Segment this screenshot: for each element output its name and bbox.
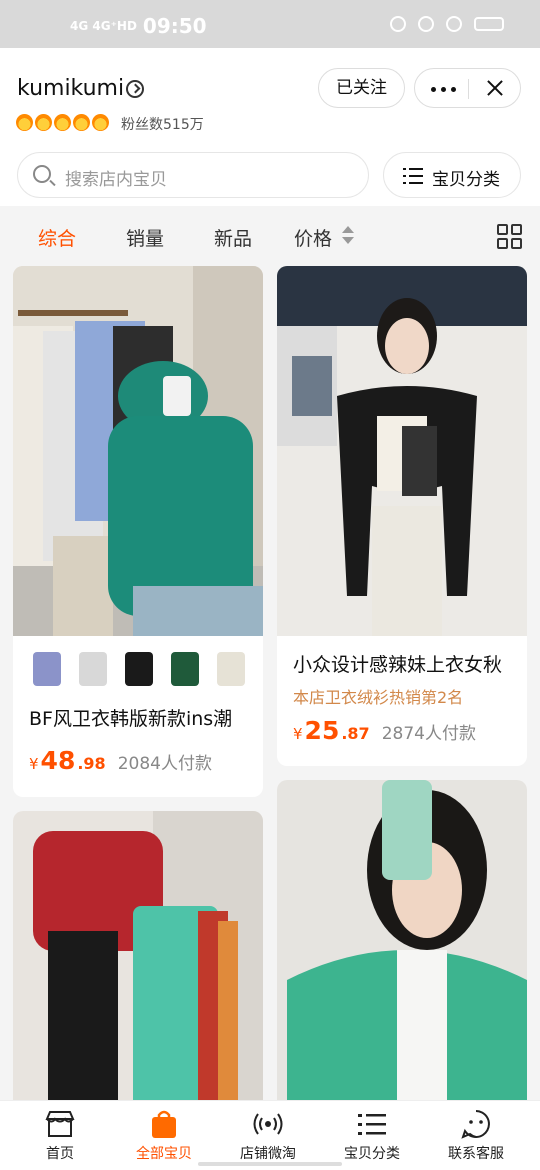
- crown-icon: [35, 114, 52, 131]
- product-title[interactable]: BF风卫衣韩版新款ins潮: [29, 704, 249, 731]
- nav-label: 店铺微淘: [240, 1146, 296, 1162]
- mute-icon: [418, 16, 434, 32]
- wifi-icon: [446, 16, 462, 32]
- color-swatch[interactable]: [217, 652, 245, 686]
- nav-shop-feed[interactable]: 店铺微淘: [216, 1109, 320, 1163]
- price-decimal: .98: [77, 754, 106, 773]
- product-image-art: [13, 266, 263, 636]
- sales-count: 2084人付款: [117, 754, 212, 774]
- tab-sales[interactable]: 销量: [126, 224, 164, 251]
- search-placeholder: 搜索店内宝贝: [65, 170, 167, 190]
- nav-label: 宝贝分类: [344, 1146, 400, 1162]
- product-image-art: [13, 811, 263, 1111]
- sales-count: 2874人付款: [381, 724, 476, 744]
- search-input[interactable]: 搜索店内宝贝: [17, 152, 369, 198]
- chat-icon: [460, 1109, 492, 1139]
- status-bar: 4G 4G⁺HD 09:50: [0, 0, 540, 48]
- bottom-nav: 首页 全部宝贝 店铺微淘 宝贝分类 联系客服: [0, 1100, 540, 1170]
- price-row: ¥ 25 .87 2874人付款: [293, 716, 476, 745]
- product-image-art: [277, 780, 527, 1110]
- fans-count: 粉丝数515万: [121, 117, 204, 133]
- status-bar-center: 4G 4G⁺HD 09:50: [70, 14, 207, 38]
- nav-label: 联系客服: [448, 1146, 504, 1162]
- category-label: 宝贝分类: [432, 170, 500, 190]
- currency-symbol: ¥: [29, 755, 39, 773]
- clock: 09:50: [142, 14, 207, 38]
- close-icon[interactable]: [485, 78, 505, 98]
- shopping-bag-icon: [148, 1109, 180, 1139]
- capsule-controls: [414, 68, 521, 108]
- product-image-art: [277, 266, 527, 636]
- search-icon: [33, 165, 51, 183]
- nav-categories[interactable]: 宝贝分类: [320, 1109, 424, 1163]
- color-swatches: [33, 652, 245, 686]
- product-image[interactable]: [13, 811, 263, 1111]
- shop-header: kumikumi 粉丝数515万 已关注 搜索店内宝贝 宝贝分类: [0, 48, 540, 206]
- network-indicator: 4G 4G⁺HD: [70, 19, 137, 33]
- color-swatch[interactable]: [171, 652, 199, 686]
- color-swatch[interactable]: [125, 652, 153, 686]
- price-integer: 48: [40, 746, 76, 775]
- product-card[interactable]: [277, 780, 527, 1110]
- chevron-right-circle-icon[interactable]: [126, 80, 144, 98]
- crown-icon: [16, 114, 33, 131]
- store-icon: [44, 1109, 76, 1139]
- home-indicator: [198, 1162, 342, 1166]
- nav-label: 全部宝贝: [136, 1146, 192, 1162]
- status-icons: [390, 16, 504, 32]
- nav-all-items[interactable]: 全部宝贝: [112, 1109, 216, 1163]
- promo-tag: 本店卫衣绒衫热销第2名: [293, 688, 464, 707]
- sort-arrows-icon[interactable]: [342, 226, 354, 246]
- color-swatch[interactable]: [33, 652, 61, 686]
- product-card[interactable]: BF风卫衣韩版新款ins潮 ¥ 48 .98 2084人付款: [13, 266, 263, 797]
- shop-name[interactable]: kumikumi: [17, 76, 124, 101]
- crown-icon: [73, 114, 90, 131]
- more-icon[interactable]: [431, 87, 456, 92]
- grid-view-icon[interactable]: [497, 224, 523, 250]
- shop-rating-crowns: [16, 114, 109, 131]
- nav-label: 首页: [46, 1146, 74, 1162]
- follow-button[interactable]: 已关注: [318, 68, 405, 108]
- price-row: ¥ 48 .98 2084人付款: [29, 746, 212, 775]
- product-image[interactable]: [277, 266, 527, 636]
- price-decimal: .87: [341, 724, 370, 743]
- broadcast-icon: [252, 1109, 284, 1139]
- product-image[interactable]: [13, 266, 263, 636]
- tab-price[interactable]: 价格: [294, 224, 332, 251]
- sort-bar: 综合 销量 新品 价格: [0, 206, 540, 264]
- nav-home[interactable]: 首页: [8, 1109, 112, 1163]
- product-image[interactable]: [277, 780, 527, 1110]
- currency-symbol: ¥: [293, 725, 303, 743]
- product-title[interactable]: 小众设计感辣妹上衣女秋: [293, 650, 513, 677]
- product-card[interactable]: 小众设计感辣妹上衣女秋 本店卫衣绒衫热销第2名 ¥ 25 .87 2874人付款: [277, 266, 527, 766]
- tab-new[interactable]: 新品: [214, 224, 252, 251]
- crown-icon: [54, 114, 71, 131]
- capsule-divider: [468, 79, 469, 99]
- alarm-icon: [390, 16, 406, 32]
- color-swatch[interactable]: [79, 652, 107, 686]
- price-integer: 25: [304, 716, 340, 745]
- nav-customer-service[interactable]: 联系客服: [424, 1109, 528, 1163]
- crown-icon: [92, 114, 109, 131]
- list-icon: [403, 168, 423, 184]
- battery-icon: [474, 17, 504, 31]
- category-button[interactable]: 宝贝分类: [383, 152, 521, 198]
- tab-comprehensive[interactable]: 综合: [38, 224, 76, 251]
- product-card[interactable]: [13, 811, 263, 1111]
- list-icon: [356, 1109, 388, 1139]
